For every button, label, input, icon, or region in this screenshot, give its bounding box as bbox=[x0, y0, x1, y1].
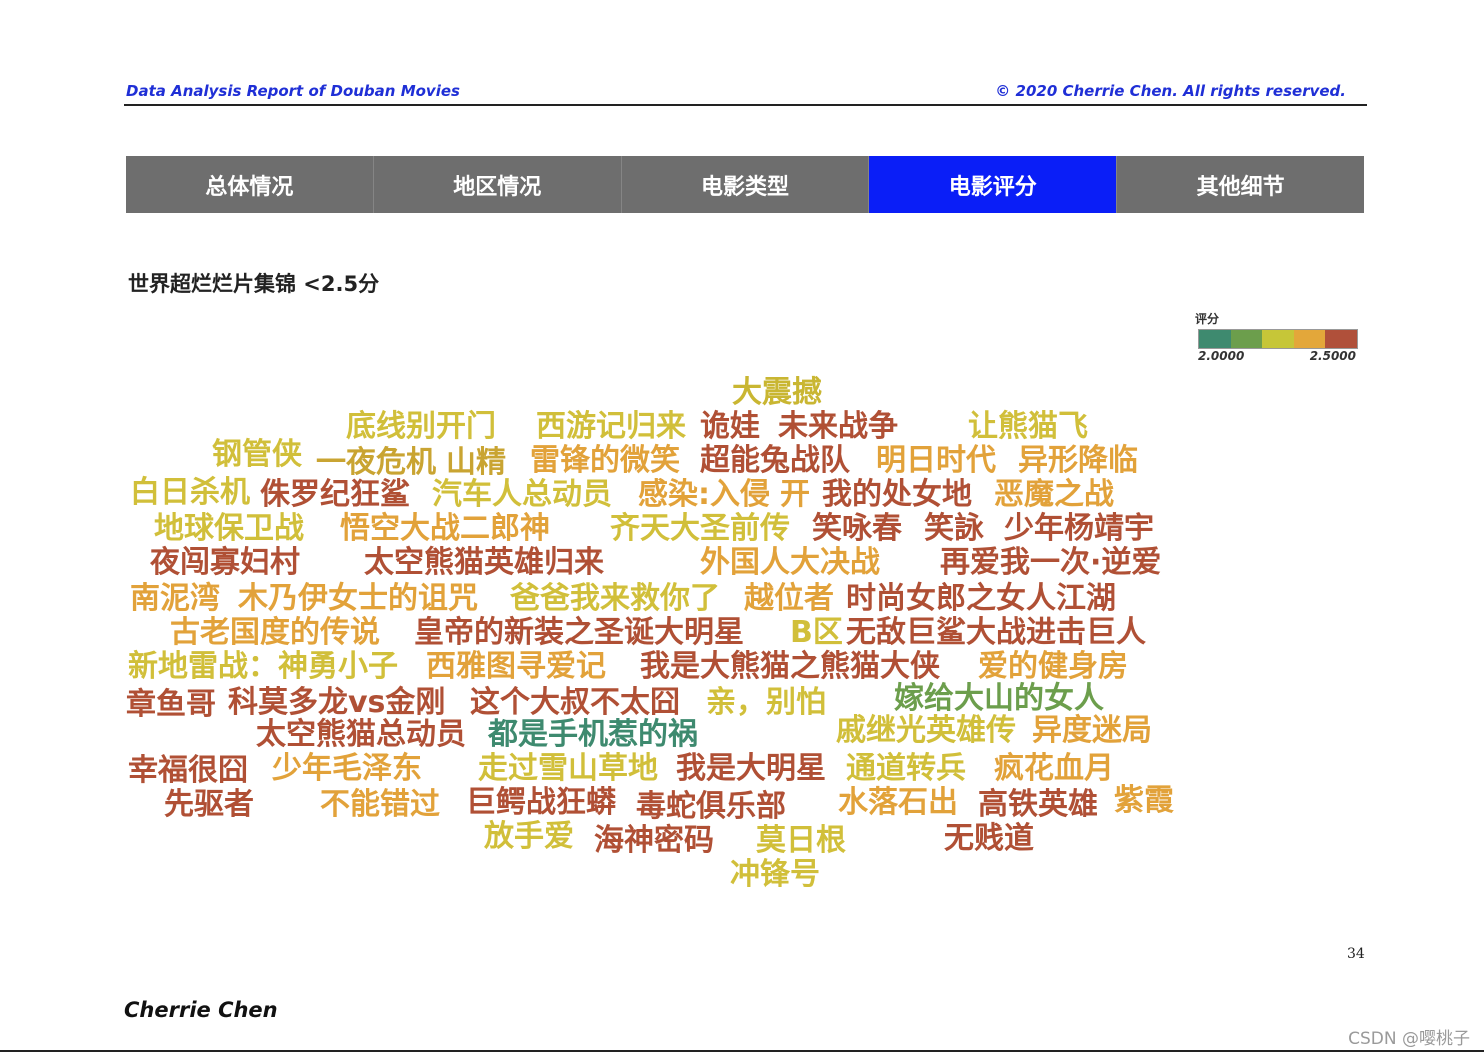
cloud-word: 不能错过 bbox=[320, 787, 440, 822]
cloud-word: 我是大明星 bbox=[676, 751, 826, 786]
cloud-word: 少年杨靖宇 bbox=[1004, 511, 1154, 546]
watermark: CSDN @嘤桃子 bbox=[1348, 1029, 1470, 1049]
cloud-word: 异度迷局 bbox=[1032, 713, 1152, 748]
cloud-word: 异形降临 bbox=[1018, 443, 1138, 478]
cloud-word: 疯花血月 bbox=[994, 751, 1114, 786]
legend-swatch bbox=[1262, 330, 1294, 348]
cloud-word: 无敌巨鲨大战进击巨人 bbox=[846, 615, 1146, 650]
legend-min-label: 2.0000 bbox=[1198, 349, 1245, 363]
cloud-word: 海神密码 bbox=[594, 823, 714, 858]
cloud-word: 戚继光英雄传 bbox=[836, 713, 1016, 748]
cloud-word: 越位者 bbox=[744, 581, 834, 616]
cloud-word: 笑咏春 bbox=[812, 511, 902, 546]
tab-overview[interactable]: 总体情况 bbox=[126, 156, 374, 213]
copyright-text: © 2020 Cherrie Chen. All rights reserved… bbox=[995, 82, 1346, 100]
tab-other[interactable]: 其他细节 bbox=[1117, 156, 1364, 213]
cloud-word: 诡娃 bbox=[700, 409, 760, 444]
cloud-word: 高铁英雄 bbox=[978, 787, 1098, 822]
cloud-word: 新地雷战：神勇小子 bbox=[128, 649, 398, 684]
cloud-word: 底线别开门 bbox=[346, 409, 496, 444]
cloud-word: 一夜危机 bbox=[316, 445, 436, 480]
cloud-word: 大震撼 bbox=[732, 375, 822, 410]
cloud-word: 先驱者 bbox=[164, 787, 254, 822]
cloud-word: 山精 bbox=[446, 445, 506, 480]
cloud-word: 地球保卫战 bbox=[154, 511, 304, 546]
cloud-word: 幸福很囧 bbox=[128, 753, 248, 788]
footer-author: Cherrie Chen bbox=[124, 998, 278, 1022]
cloud-word: 夜闯寡妇村 bbox=[150, 545, 300, 580]
cloud-word: 南泥湾 bbox=[130, 581, 220, 616]
cloud-word: 科莫多龙vs金刚 bbox=[228, 685, 446, 720]
cloud-word: 时尚女郎之女人江湖 bbox=[846, 581, 1116, 616]
section-nav: 总体情况 地区情况 电影类型 电影评分 其他细节 bbox=[126, 156, 1364, 213]
cloud-word: 少年毛泽东 bbox=[272, 751, 422, 786]
cloud-word: 皇帝的新装之圣诞大明星 bbox=[414, 615, 744, 650]
cloud-word: 莫日根 bbox=[756, 823, 846, 858]
cloud-word: 未来战争 bbox=[778, 409, 898, 444]
cloud-word: 感染:入侵 bbox=[638, 477, 770, 512]
cloud-word: 西雅图寻爱记 bbox=[426, 649, 606, 684]
tab-region[interactable]: 地区情况 bbox=[374, 156, 622, 213]
cloud-word: 通道转兵 bbox=[846, 751, 966, 786]
cloud-word: 毒蛇俱乐部 bbox=[636, 789, 786, 824]
cloud-word: 都是手机惹的祸 bbox=[488, 717, 698, 752]
cloud-word: 齐天大圣前传 bbox=[610, 511, 790, 546]
cloud-word: 我是大熊猫之熊猫大侠 bbox=[640, 649, 940, 684]
cloud-word: 爱的健身房 bbox=[978, 649, 1128, 684]
legend-swatch bbox=[1230, 330, 1263, 348]
legend-swatch bbox=[1293, 330, 1326, 348]
legend-title: 评分 bbox=[1195, 312, 1220, 326]
cloud-word: 白日杀机 bbox=[130, 475, 250, 510]
cloud-word: 我的处女地 bbox=[822, 477, 972, 512]
footer-divider bbox=[0, 1050, 1484, 1052]
legend-swatch bbox=[1199, 330, 1231, 348]
cloud-word: 章鱼哥 bbox=[126, 687, 216, 722]
legend-color-bar bbox=[1198, 329, 1358, 349]
cloud-word: 恶魔之战 bbox=[994, 477, 1114, 512]
cloud-word: 走过雪山草地 bbox=[478, 751, 658, 786]
cloud-word: 爸爸我来救你了 bbox=[510, 581, 720, 616]
cloud-word: 太空熊猫英雄归来 bbox=[364, 545, 604, 580]
cloud-word: 超能兔战队 bbox=[700, 443, 850, 478]
legend-swatch bbox=[1325, 330, 1357, 348]
rating-legend: 评分 2.0000 2.5000 bbox=[1193, 310, 1358, 366]
cloud-word: 开 bbox=[780, 477, 810, 512]
cloud-word: 古老国度的传说 bbox=[170, 615, 380, 650]
section-title: 世界超烂烂片集锦 <2.5分 bbox=[128, 272, 380, 296]
cloud-word: 紫霞 bbox=[1114, 783, 1174, 818]
cloud-word: B区 bbox=[790, 615, 843, 650]
page-number: 34 bbox=[1347, 946, 1365, 962]
cloud-word: 亲，别怕 bbox=[706, 685, 826, 720]
cloud-word: 外国人大决战 bbox=[700, 545, 880, 580]
cloud-word: 明日时代 bbox=[876, 443, 996, 478]
cloud-word: 汽车人总动员 bbox=[432, 477, 612, 512]
cloud-word: 侏罗纪狂鲨 bbox=[260, 477, 410, 512]
report-title: Data Analysis Report of Douban Movies bbox=[126, 82, 460, 100]
cloud-word: 嫁给大山的女人 bbox=[894, 681, 1104, 716]
cloud-word: 巨鳄战狂蟒 bbox=[466, 785, 616, 820]
cloud-word: 放手爱 bbox=[484, 819, 574, 854]
cloud-word: 让熊猫飞 bbox=[968, 409, 1088, 444]
cloud-word: 冲锋号 bbox=[730, 857, 820, 892]
cloud-word: 太空熊猫总动员 bbox=[256, 717, 466, 752]
cloud-word: 雷锋的微笑 bbox=[530, 443, 680, 478]
cloud-word: 西游记归来 bbox=[536, 409, 686, 444]
cloud-word: 再爱我一次·逆爱 bbox=[940, 545, 1162, 580]
header-divider bbox=[124, 104, 1367, 106]
tab-rating[interactable]: 电影评分 bbox=[869, 156, 1118, 213]
cloud-word: 笑詠 bbox=[924, 511, 984, 546]
cloud-word: 钢管侠 bbox=[212, 437, 302, 472]
cloud-word: 悟空大战二郎神 bbox=[340, 511, 550, 546]
cloud-word: 这个大叔不太囧 bbox=[470, 685, 680, 720]
tab-genre[interactable]: 电影类型 bbox=[622, 156, 870, 213]
cloud-word: 木乃伊女士的诅咒 bbox=[238, 581, 478, 616]
cloud-word: 无贱道 bbox=[944, 821, 1034, 856]
legend-max-label: 2.5000 bbox=[1309, 349, 1356, 363]
cloud-word: 水落石出 bbox=[838, 785, 958, 820]
